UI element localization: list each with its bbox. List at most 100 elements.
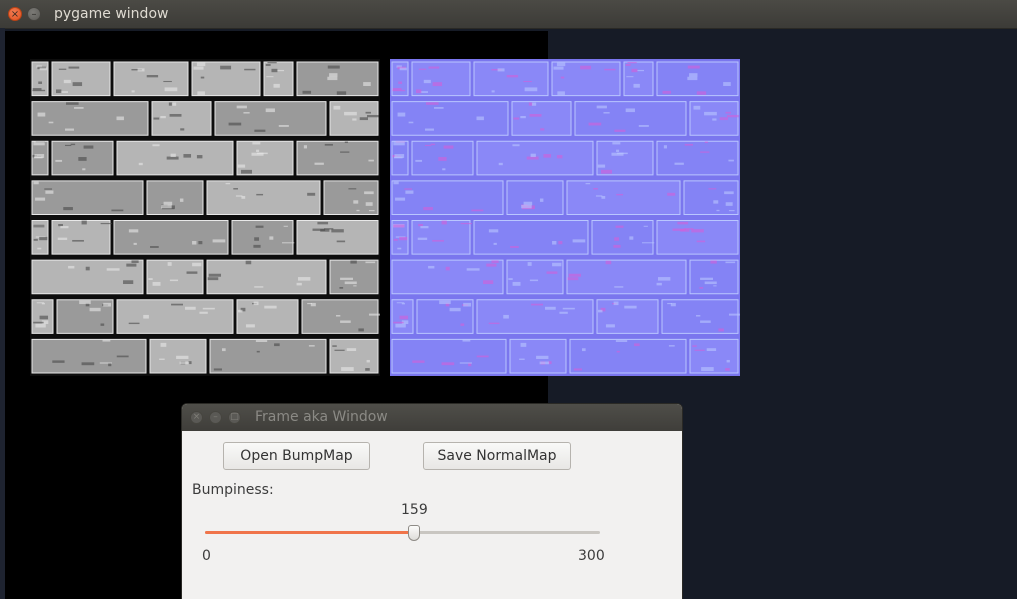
normal-speckle (695, 315, 701, 317)
bump-speckle (100, 323, 105, 326)
bump-speckle (344, 111, 357, 116)
bump-speckle (364, 191, 374, 195)
bump-speckle (35, 197, 46, 201)
normal-speckle (543, 154, 552, 158)
normal-speckle (520, 115, 526, 119)
normal-brick (623, 61, 654, 97)
bump-speckle (252, 142, 261, 145)
normal-brick (689, 259, 739, 295)
bump-speckle (212, 239, 226, 243)
normal-speckle (612, 142, 621, 145)
normal-speckle (713, 200, 719, 204)
bump-speckle (44, 188, 53, 190)
bump-speckle (368, 313, 380, 316)
normal-speckle (684, 228, 694, 230)
normal-brick (596, 299, 659, 334)
normal-brick (689, 338, 739, 374)
bump-brick (236, 140, 294, 176)
normal-speckle (605, 324, 615, 328)
bump-speckle (55, 159, 63, 162)
normal-brick (574, 101, 687, 136)
bump-speckle (68, 66, 80, 69)
slider-handle[interactable] (408, 525, 421, 541)
normal-speckle (529, 113, 542, 117)
normal-speckle (689, 73, 698, 77)
normal-speckle (430, 143, 436, 146)
save-normalmap-button[interactable]: Save NormalMap (423, 442, 571, 470)
bump-speckle (179, 361, 190, 365)
bump-speckle (150, 246, 159, 248)
normal-speckle (412, 360, 425, 363)
bump-speckle (198, 241, 203, 245)
bumpiness-slider[interactable] (205, 531, 600, 534)
bump-speckle (245, 324, 255, 328)
bump-speckle (241, 195, 246, 199)
normal-speckle (728, 313, 740, 316)
normal-speckle (718, 328, 724, 332)
bump-speckle (267, 62, 277, 64)
bump-speckle (202, 307, 215, 310)
normal-brick (656, 220, 739, 255)
bump-speckle (340, 277, 354, 280)
normal-speckle (572, 239, 586, 243)
normal-speckle (694, 349, 705, 351)
bump-speckle (131, 260, 139, 263)
bump-speckle (244, 68, 256, 71)
normal-speckle (476, 355, 489, 358)
bump-speckle (368, 210, 375, 212)
normal-speckle (428, 66, 440, 69)
normal-speckle (557, 91, 565, 95)
normal-speckle (426, 102, 439, 105)
bump-speckle (324, 228, 334, 230)
normal-speckle (684, 143, 693, 146)
bump-speckle (308, 345, 315, 347)
normal-brick (391, 338, 507, 374)
bump-speckle (39, 236, 48, 241)
bump-speckle (65, 144, 72, 147)
normal-speckle (539, 361, 550, 365)
bump-speckle (68, 265, 75, 269)
bump-speckle (359, 117, 368, 121)
bump-brick (296, 220, 379, 255)
normal-speckle (418, 223, 423, 227)
normal-speckle (692, 345, 697, 347)
normal-speckle (415, 159, 423, 162)
bump-speckle (161, 204, 172, 209)
normal-speckle (395, 197, 406, 201)
normal-speckle (629, 236, 634, 240)
bump-speckle (111, 209, 124, 212)
bump-speckle (303, 145, 307, 149)
normal-speckle (536, 355, 549, 359)
normal-speckle (393, 238, 398, 241)
bump-speckle (143, 314, 149, 319)
bump-speckle (58, 223, 63, 227)
bump-speckle (233, 188, 238, 190)
bump-brick (214, 101, 327, 136)
bump-speckle (152, 144, 160, 147)
normal-speckle (633, 83, 640, 88)
normal-speckle (423, 207, 433, 211)
dialog-minimize-icon[interactable]: – (209, 411, 222, 424)
normal-speckle (637, 69, 645, 72)
minimize-icon[interactable]: – (27, 7, 41, 21)
dialog-close-icon[interactable]: × (190, 411, 203, 424)
normal-speckle (624, 305, 637, 309)
open-bumpmap-button[interactable]: Open BumpMap (223, 442, 370, 470)
dialog-maximize-icon[interactable]: □ (228, 411, 241, 424)
normal-speckle (596, 105, 607, 109)
bump-speckle (256, 152, 268, 155)
bump-speckle (123, 280, 134, 285)
normal-speckle (712, 118, 717, 121)
normal-speckle (418, 68, 427, 70)
bump-speckle (116, 116, 124, 121)
bump-speckle (34, 154, 45, 158)
bump-speckle (163, 201, 173, 206)
close-icon[interactable]: × (8, 7, 22, 21)
normal-speckle (397, 247, 402, 250)
normal-speckle (493, 242, 497, 245)
normal-speckle (503, 314, 509, 319)
bump-brick (329, 259, 379, 295)
normal-speckle (425, 144, 432, 147)
normal-speckle (704, 281, 717, 285)
bump-speckle (310, 302, 316, 307)
